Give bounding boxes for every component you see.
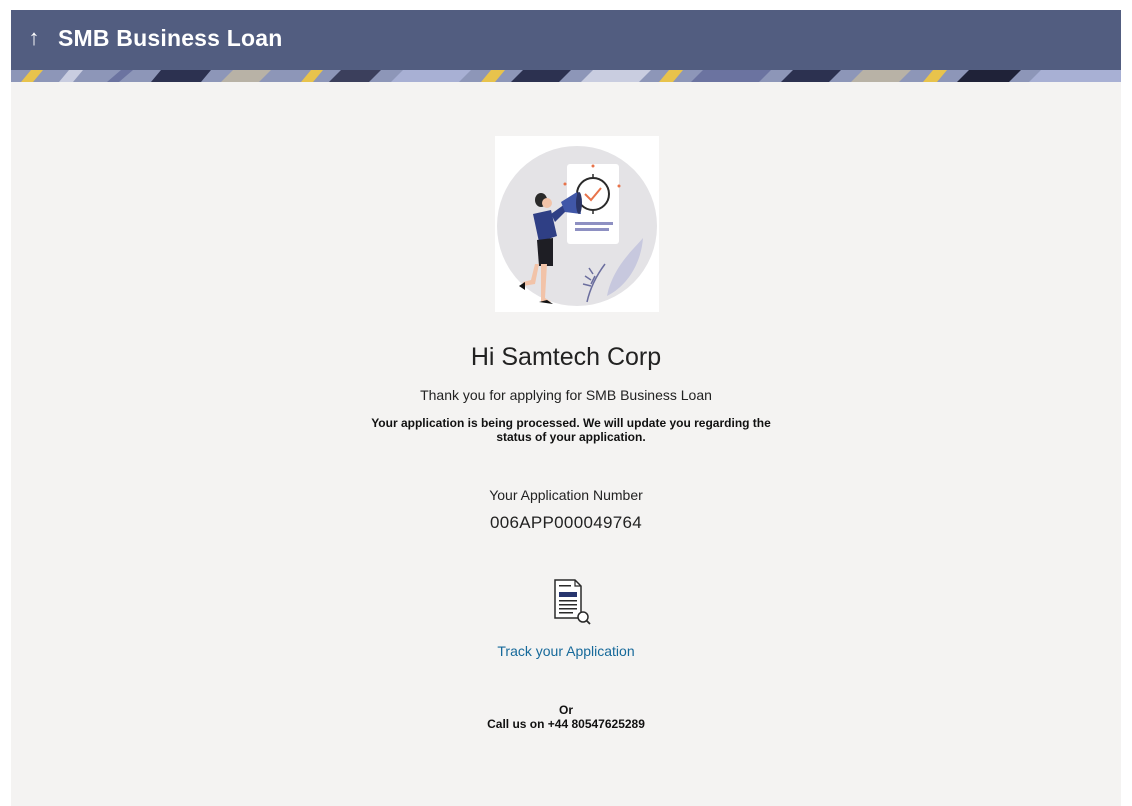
call-us-text: Call us on +44 80547625289: [487, 717, 645, 731]
or-separator: Or: [558, 703, 573, 717]
woman-with-megaphone-illustration: [495, 136, 659, 312]
page-header: ↑ SMB Business Loan: [11, 10, 1121, 82]
processing-message: Your application is being processed. We …: [371, 416, 771, 444]
back-arrow-icon[interactable]: ↑: [23, 22, 45, 54]
document-search-icon[interactable]: [551, 578, 593, 626]
thank-you-message: Thank you for applying for SMB Business …: [420, 387, 712, 403]
page-title: SMB Business Loan: [58, 25, 283, 51]
application-number-label: Your Application Number: [489, 487, 643, 503]
page-container: ↑ SMB Business Loan Hi Samtech Corp Than…: [11, 10, 1121, 806]
application-number-value: 006APP000049764: [490, 513, 642, 532]
greeting-heading: Hi Samtech Corp: [470, 343, 662, 371]
track-application-link[interactable]: Track your Application: [11, 643, 1121, 659]
